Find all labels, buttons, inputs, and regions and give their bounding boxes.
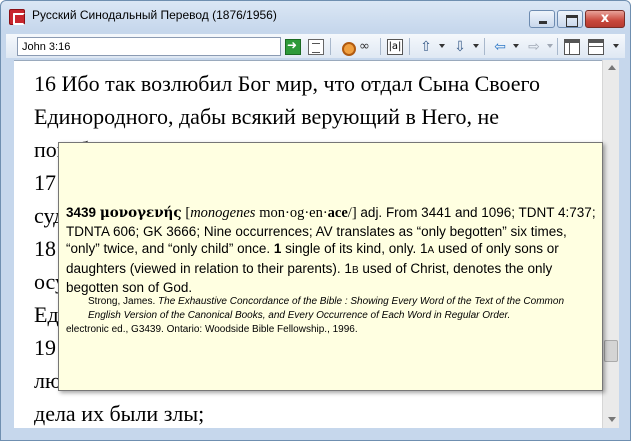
chevron-down-icon[interactable]: [439, 44, 445, 48]
title-bar[interactable]: Русский Синодальный Перевод (1876/1956) …: [1, 1, 630, 31]
verse-line: Единородного, дабы всякий верующий в Нег…: [34, 104, 500, 129]
layout-icon[interactable]: [564, 39, 580, 55]
scroll-down-icon[interactable]: [608, 417, 616, 422]
sense-text: single of its kind, only.: [285, 241, 417, 256]
toolbar-separator: [557, 38, 558, 55]
verse-line: 17: [34, 170, 56, 195]
strongs-number: 3439: [66, 205, 97, 220]
verse-line: 16 Ибо так возлюбил Бог мир, что отдал С…: [34, 71, 541, 96]
toolbar: ∞ |a| ⇧ ⇩ ⇦ ⇨: [6, 34, 625, 58]
toolbar-separator: [484, 38, 485, 55]
vertical-scrollbar[interactable]: [602, 60, 619, 428]
next-chapter-icon[interactable]: ⇩: [452, 39, 468, 55]
lexicon-entry: 3439 μονογενής [monogenes mon·og·en·ace/…: [66, 204, 596, 297]
toolbar-separator: [330, 38, 331, 55]
chevron-down-icon[interactable]: [613, 44, 619, 48]
citation-title: The Exhaustive Concordance of the Bible …: [88, 296, 564, 321]
chevron-down-icon[interactable]: [547, 44, 553, 48]
sense-number: 1: [344, 260, 352, 276]
document-icon[interactable]: [308, 39, 324, 55]
close-button[interactable]: x: [585, 10, 625, 28]
sense-letter: A: [427, 245, 435, 256]
sense-number: 1: [419, 241, 428, 256]
toolbar-separator: [409, 38, 410, 55]
scroll-thumb[interactable]: [604, 340, 618, 362]
window-title: Русский Синодальный Перевод (1876/1956): [32, 8, 277, 22]
minimize-button[interactable]: [529, 10, 555, 28]
verse-line: 19: [34, 335, 56, 360]
pronunciation: mon·og·en·: [259, 205, 328, 221]
verse-line: Ед: [34, 302, 59, 327]
back-arrow-icon[interactable]: ⇦: [492, 39, 508, 55]
close-icon: x: [600, 11, 610, 26]
chevron-down-icon[interactable]: [513, 44, 519, 48]
chevron-down-icon[interactable]: [473, 44, 479, 48]
bracket: /]: [347, 205, 357, 221]
app-window: Русский Синодальный Перевод (1876/1956) …: [0, 0, 631, 441]
go-arrow-icon[interactable]: [285, 38, 301, 55]
citation: Strong, James. The Exhaustive Concordanc…: [66, 295, 596, 337]
citation-author: Strong, James.: [88, 296, 156, 307]
verse-line: дела их были злы;: [34, 401, 205, 426]
panel-icon[interactable]: [588, 39, 604, 55]
maximize-button[interactable]: [557, 10, 583, 28]
target-icon[interactable]: [339, 39, 356, 56]
pronunciation-stress: ace: [327, 205, 348, 221]
scroll-up-icon[interactable]: [608, 65, 616, 70]
transliteration: monogenes: [190, 205, 256, 221]
parallel-text-icon[interactable]: |a|: [387, 39, 403, 55]
greek-headword: μονογενής: [99, 205, 182, 221]
citation-edition: electronic ed., G3439. Ontario: Woodside…: [66, 324, 358, 335]
toolbar-separator: [380, 38, 381, 55]
link-icon[interactable]: ∞: [359, 39, 375, 55]
forward-arrow-icon[interactable]: ⇨: [526, 39, 542, 55]
reference-input[interactable]: [17, 37, 281, 56]
app-logo-icon[interactable]: [9, 9, 25, 25]
verse-line: 18: [34, 236, 56, 261]
previous-chapter-icon[interactable]: ⇧: [418, 39, 434, 55]
sense-number: 1: [273, 241, 282, 256]
lexicon-popup: 3439 μονογενής [monogenes mon·og·en·ace/…: [58, 142, 603, 391]
sense-letter: B: [351, 264, 359, 276]
